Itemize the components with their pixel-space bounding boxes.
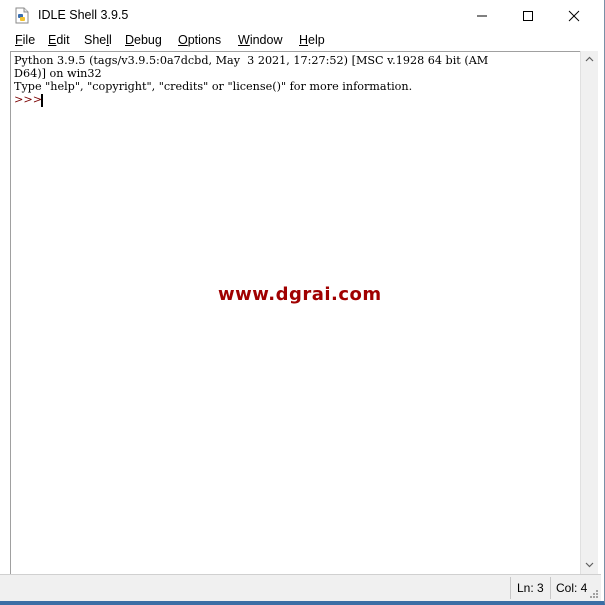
idle-shell-window: IDLE Shell 3.9.5 File Edit Shell Debug O… bbox=[0, 0, 605, 605]
scroll-down-button[interactable] bbox=[581, 557, 598, 574]
close-button[interactable] bbox=[551, 0, 597, 31]
menu-debug[interactable]: Debug bbox=[125, 33, 162, 47]
shell-output-line: Type "help", "copyright", "credits" or "… bbox=[14, 80, 413, 93]
menu-file[interactable]: File bbox=[15, 33, 35, 47]
maximize-button[interactable] bbox=[505, 0, 551, 31]
shell-text-area[interactable]: Python 3.9.5 (tags/v3.9.5:0a7dcbd, May 3… bbox=[10, 51, 581, 575]
menu-shell[interactable]: Shell bbox=[84, 33, 112, 47]
scroll-up-button[interactable] bbox=[581, 51, 598, 68]
watermark-text: www.dgrai.com bbox=[218, 284, 382, 305]
menu-bar: File Edit Shell Debug Options Window Hel… bbox=[0, 31, 605, 51]
text-cursor bbox=[41, 94, 43, 107]
python-idle-icon bbox=[14, 7, 30, 24]
minimize-button[interactable] bbox=[459, 0, 505, 31]
menu-edit[interactable]: Edit bbox=[48, 33, 70, 47]
vertical-scrollbar[interactable] bbox=[580, 51, 598, 574]
minimize-icon bbox=[477, 15, 487, 17]
menu-window[interactable]: Window bbox=[238, 33, 282, 47]
menu-options[interactable]: Options bbox=[178, 33, 221, 47]
menu-help[interactable]: Help bbox=[299, 33, 325, 47]
title-bar[interactable]: IDLE Shell 3.9.5 bbox=[0, 0, 605, 31]
resize-grip-icon[interactable] bbox=[589, 589, 599, 599]
status-bar: Ln: 3 Col: 4 bbox=[0, 574, 601, 602]
status-column-number: Col: 4 bbox=[556, 581, 588, 595]
chevron-up-icon bbox=[585, 56, 594, 62]
maximize-icon bbox=[523, 11, 533, 21]
scroll-thumb[interactable] bbox=[585, 69, 594, 556]
close-icon bbox=[568, 10, 580, 22]
window-title: IDLE Shell 3.9.5 bbox=[38, 8, 129, 22]
status-line-number: Ln: 3 bbox=[517, 581, 544, 595]
status-separator bbox=[550, 577, 551, 599]
shell-output-line: Python 3.9.5 (tags/v3.9.5:0a7dcbd, May 3… bbox=[14, 54, 489, 67]
status-separator bbox=[510, 577, 511, 599]
shell-output-line: D64)] on win32 bbox=[14, 67, 102, 80]
chevron-down-icon bbox=[585, 562, 594, 568]
